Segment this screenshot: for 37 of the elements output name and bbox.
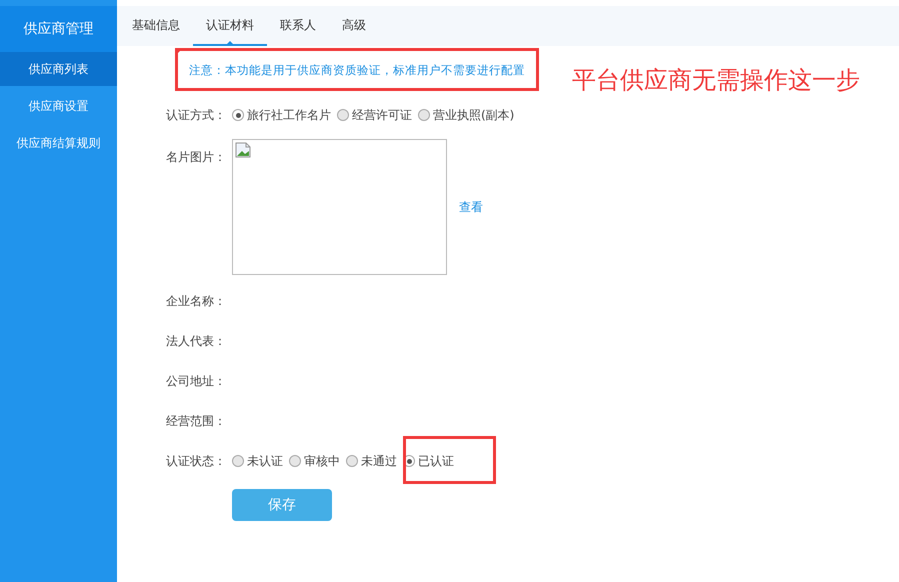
field-label: 认证状态： <box>166 452 227 470</box>
radio-option[interactable]: 审核中 <box>289 452 340 470</box>
field-label: 法人代表： <box>166 332 227 350</box>
option-label: 审核中 <box>304 452 340 470</box>
radio-option[interactable]: 未认证 <box>232 452 283 470</box>
field-label: 企业名称： <box>166 292 227 310</box>
view-link[interactable]: 查看 <box>459 199 483 216</box>
radio-option[interactable]: 营业执照(副本) <box>418 106 514 124</box>
field-label: 认证方式： <box>166 106 227 124</box>
radio-icon[interactable] <box>232 109 244 121</box>
option-label: 已认证 <box>418 452 454 470</box>
sidebar-item[interactable]: 供应商列表 <box>0 52 117 86</box>
radio-option[interactable]: 未通过 <box>346 452 397 470</box>
option-label: 营业执照(副本) <box>433 106 514 124</box>
radio-icon[interactable] <box>418 109 430 121</box>
broken-image-icon <box>235 142 251 158</box>
radio-icon[interactable] <box>289 455 301 467</box>
annotation-text: 平台供应商无需操作这一步 <box>572 65 860 96</box>
option-label: 未通过 <box>361 452 397 470</box>
option-label: 经营许可证 <box>352 106 412 124</box>
sidebar-title: 供应商管理 <box>0 6 117 52</box>
tab[interactable]: 高级 <box>329 6 379 46</box>
field-label: 经营范围： <box>166 412 227 430</box>
field-label: 名片图片： <box>166 149 227 166</box>
radio-icon[interactable] <box>232 455 244 467</box>
field-label: 公司地址： <box>166 372 227 390</box>
option-label: 旅行社工作名片 <box>247 106 331 124</box>
radio-option[interactable]: 经营许可证 <box>337 106 412 124</box>
radio-option[interactable]: 旅行社工作名片 <box>232 106 331 124</box>
tab[interactable]: 联系人 <box>267 6 329 46</box>
option-label: 未认证 <box>247 452 283 470</box>
radio-icon[interactable] <box>346 455 358 467</box>
tab[interactable]: 认证材料 <box>193 6 267 46</box>
radio-option[interactable]: 已认证 <box>403 452 454 470</box>
tab[interactable]: 基础信息 <box>119 6 193 46</box>
radio-icon[interactable] <box>337 109 349 121</box>
notice-text: 注意：本功能是用于供应商资质验证，标准用户不需要进行配置 <box>189 63 525 78</box>
